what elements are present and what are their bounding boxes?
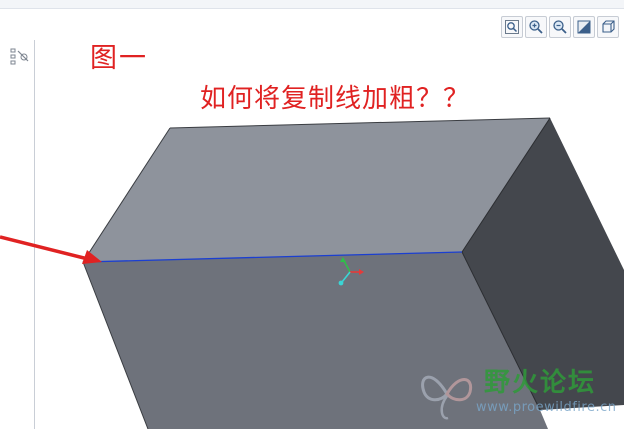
question-text: 如何将复制线加粗？？ <box>200 84 471 114</box>
watermark-title: 野火论坛 <box>484 368 597 398</box>
figure-label: 图一 <box>90 43 148 74</box>
watermark-url: www.proewildfire.cn <box>476 400 617 415</box>
annotation-arrow <box>0 235 102 264</box>
butterfly-logo-icon <box>421 375 473 420</box>
forum-watermark: 野火论坛 www.proewildfire.cn <box>410 356 624 429</box>
